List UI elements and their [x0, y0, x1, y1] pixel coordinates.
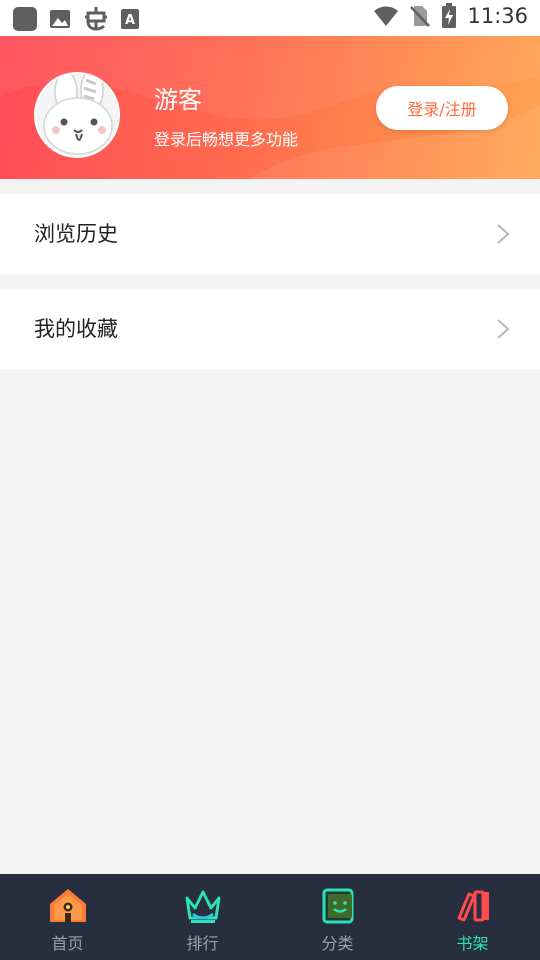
no-sim-icon	[409, 4, 431, 28]
browse-history-label: 浏览历史	[34, 222, 118, 246]
battery-charging-icon	[441, 3, 457, 29]
avatar[interactable]	[34, 72, 120, 158]
nav-bookshelf[interactable]: 书架	[405, 874, 540, 960]
status-left-icons: A	[12, 5, 140, 33]
status-bar: A 11:36	[0, 0, 540, 36]
bookshelf-icon	[457, 890, 489, 922]
my-favorites-item[interactable]: 我的收藏	[0, 289, 540, 369]
profile-header: 游客 登录后畅想更多功能 登录/注册	[0, 36, 540, 179]
browse-history-item[interactable]: 浏览历史	[0, 194, 540, 274]
book-smile-icon	[322, 888, 353, 924]
nav-bookshelf-label: 书架	[456, 934, 489, 953]
bug-icon	[82, 5, 110, 33]
nav-ranking[interactable]: 排行	[135, 874, 270, 960]
bottom-nav: 首页 排行 分类 书架	[0, 874, 540, 960]
nav-home-label: 首页	[51, 934, 84, 953]
bunny-avatar-icon	[36, 74, 118, 156]
app-square-icon	[12, 6, 38, 32]
home-icon	[49, 889, 86, 922]
nav-ranking-label: 排行	[186, 934, 219, 953]
my-favorites-label: 我的收藏	[34, 317, 118, 341]
status-time: 11:36	[467, 4, 528, 28]
username: 游客	[154, 86, 202, 114]
chevron-right-icon	[496, 223, 510, 249]
font-a-icon: A	[120, 8, 140, 30]
status-right-icons: 11:36	[373, 3, 528, 29]
login-register-button[interactable]: 登录/注册	[376, 86, 508, 130]
nav-category-label: 分类	[321, 934, 354, 953]
nav-category[interactable]: 分类	[270, 874, 405, 960]
image-icon	[48, 7, 72, 31]
svg-text:A: A	[125, 13, 135, 28]
login-hint: 登录后畅想更多功能	[154, 130, 299, 149]
crown-icon	[185, 890, 220, 923]
nav-home[interactable]: 首页	[0, 874, 135, 960]
chevron-right-icon	[496, 318, 510, 344]
wifi-icon	[373, 5, 399, 27]
